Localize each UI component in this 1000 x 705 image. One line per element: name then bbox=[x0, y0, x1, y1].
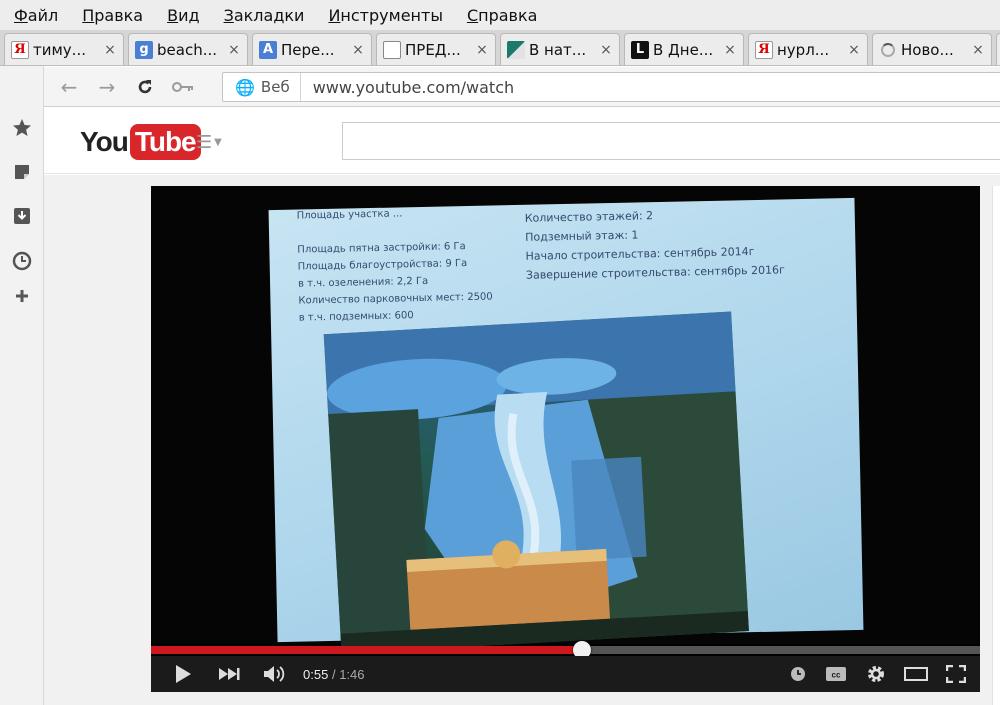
current-time: 0:55 bbox=[303, 666, 329, 682]
tab-5[interactable]: В нат... × bbox=[500, 33, 620, 65]
site-icon bbox=[507, 40, 525, 59]
tab-4[interactable]: ПРЕД... × bbox=[376, 33, 496, 65]
next-icon[interactable] bbox=[209, 667, 249, 681]
video-player[interactable]: Площадь участка ... Площадь пятна застро… bbox=[151, 186, 980, 692]
tab-title: В Дне... bbox=[653, 40, 714, 59]
yandex-icon: Я bbox=[11, 40, 29, 59]
menu-file[interactable]: Файл bbox=[14, 6, 58, 25]
close-icon[interactable]: × bbox=[847, 42, 861, 58]
menu-view[interactable]: Вид bbox=[167, 6, 199, 25]
site-info-button[interactable]: 🌐 Веб bbox=[223, 73, 301, 101]
url-text[interactable]: www.youtube.com/watch bbox=[301, 78, 514, 97]
letter-l-icon: L bbox=[631, 40, 649, 59]
globe-icon: 🌐 bbox=[235, 77, 255, 97]
close-icon[interactable]: × bbox=[227, 42, 241, 58]
add-icon[interactable] bbox=[10, 284, 34, 308]
tab-title: Пере... bbox=[281, 40, 335, 59]
tab-9[interactable] bbox=[996, 33, 1000, 65]
reload-icon[interactable] bbox=[126, 72, 164, 102]
close-icon[interactable]: × bbox=[103, 42, 117, 58]
time-display: 0:55 / 1:46 bbox=[303, 667, 365, 682]
tab-8[interactable]: Ново... × bbox=[872, 33, 992, 65]
tab-strip: Я тиму... × g beach... × A Пере... × ПРЕ… bbox=[0, 30, 1000, 66]
note-icon[interactable] bbox=[10, 160, 34, 184]
search-input[interactable] bbox=[342, 122, 1000, 160]
tab-title: В нат... bbox=[529, 40, 587, 59]
building-rendering-image bbox=[323, 311, 749, 654]
close-icon[interactable]: × bbox=[599, 42, 613, 58]
captions-icon[interactable]: cc bbox=[818, 666, 854, 682]
key-icon[interactable] bbox=[164, 72, 202, 102]
tab-title: тиму... bbox=[33, 40, 86, 59]
menu-tools[interactable]: Инструменты bbox=[328, 6, 443, 25]
tab-title: ПРЕД... bbox=[405, 40, 461, 59]
close-icon[interactable]: × bbox=[971, 42, 985, 58]
loading-icon bbox=[879, 41, 897, 59]
youtube-logo[interactable]: You Tube bbox=[80, 124, 201, 160]
watch-later-icon[interactable] bbox=[784, 666, 812, 682]
download-icon[interactable] bbox=[10, 204, 34, 228]
menu-bookmarks[interactable]: Закладки bbox=[224, 6, 305, 25]
guide-menu-button[interactable]: ☰ ▼ bbox=[196, 132, 222, 153]
tab-title: beach... bbox=[157, 40, 217, 59]
sidebar-panel bbox=[992, 186, 1000, 705]
slide-right-text: Количество этажей: 2 Подземный этаж: 1 Н… bbox=[524, 209, 785, 282]
tab-2[interactable]: g beach... × bbox=[128, 33, 248, 65]
volume-icon[interactable] bbox=[255, 665, 295, 683]
tab-title: Ново... bbox=[901, 40, 954, 59]
translate-icon: A bbox=[259, 40, 277, 59]
tab-title: нурл... bbox=[777, 40, 830, 59]
chevron-down-icon: ▼ bbox=[214, 137, 222, 148]
close-icon[interactable]: × bbox=[723, 42, 737, 58]
tab-1[interactable]: Я тиму... × bbox=[4, 33, 124, 65]
progress-bar[interactable] bbox=[151, 641, 980, 659]
player-controls: 0:55 / 1:46 cc bbox=[151, 656, 980, 692]
time-separator: / bbox=[331, 666, 336, 682]
tab-7[interactable]: Я нурл... × bbox=[748, 33, 868, 65]
menu-icon: ☰ bbox=[196, 132, 213, 153]
yandex-icon: Я bbox=[755, 40, 773, 59]
browser-sidebar bbox=[0, 66, 44, 705]
progress-played bbox=[151, 646, 583, 654]
slide-left-text: Площадь участка ... Площадь пятна застро… bbox=[296, 208, 493, 324]
forward-icon[interactable]: → bbox=[88, 72, 126, 102]
duration: 1:46 bbox=[339, 666, 365, 682]
navigation-bar: ← → 🌐 Веб www.youtube.com/watch bbox=[44, 67, 1000, 107]
history-icon[interactable] bbox=[10, 249, 34, 273]
theater-mode-icon[interactable] bbox=[898, 667, 934, 681]
close-icon[interactable]: × bbox=[475, 42, 489, 58]
scheme-label: Веб bbox=[260, 78, 290, 96]
fullscreen-icon[interactable] bbox=[938, 665, 974, 683]
svg-text:cc: cc bbox=[832, 671, 841, 680]
video-frame[interactable]: Площадь участка ... Площадь пятна застро… bbox=[151, 186, 980, 654]
close-icon[interactable]: × bbox=[351, 42, 365, 58]
tab-6[interactable]: L В Дне... × bbox=[624, 33, 744, 65]
google-icon: g bbox=[135, 40, 153, 59]
youtube-header: You Tube ☰ ▼ bbox=[44, 108, 1000, 174]
settings-gear-icon[interactable] bbox=[858, 664, 894, 684]
menu-help[interactable]: Справка bbox=[467, 6, 538, 25]
star-icon[interactable] bbox=[10, 116, 34, 140]
document-icon bbox=[383, 40, 401, 59]
tab-3[interactable]: A Пере... × bbox=[252, 33, 372, 65]
menu-edit[interactable]: Правка bbox=[82, 6, 143, 25]
presentation-slide: Площадь участка ... Площадь пятна застро… bbox=[268, 197, 864, 654]
menu-bar: Файл Правка Вид Закладки Инструменты Спр… bbox=[0, 0, 1000, 30]
address-bar[interactable]: 🌐 Веб www.youtube.com/watch bbox=[222, 72, 1000, 102]
play-icon[interactable] bbox=[163, 664, 203, 684]
back-icon[interactable]: ← bbox=[50, 72, 88, 102]
